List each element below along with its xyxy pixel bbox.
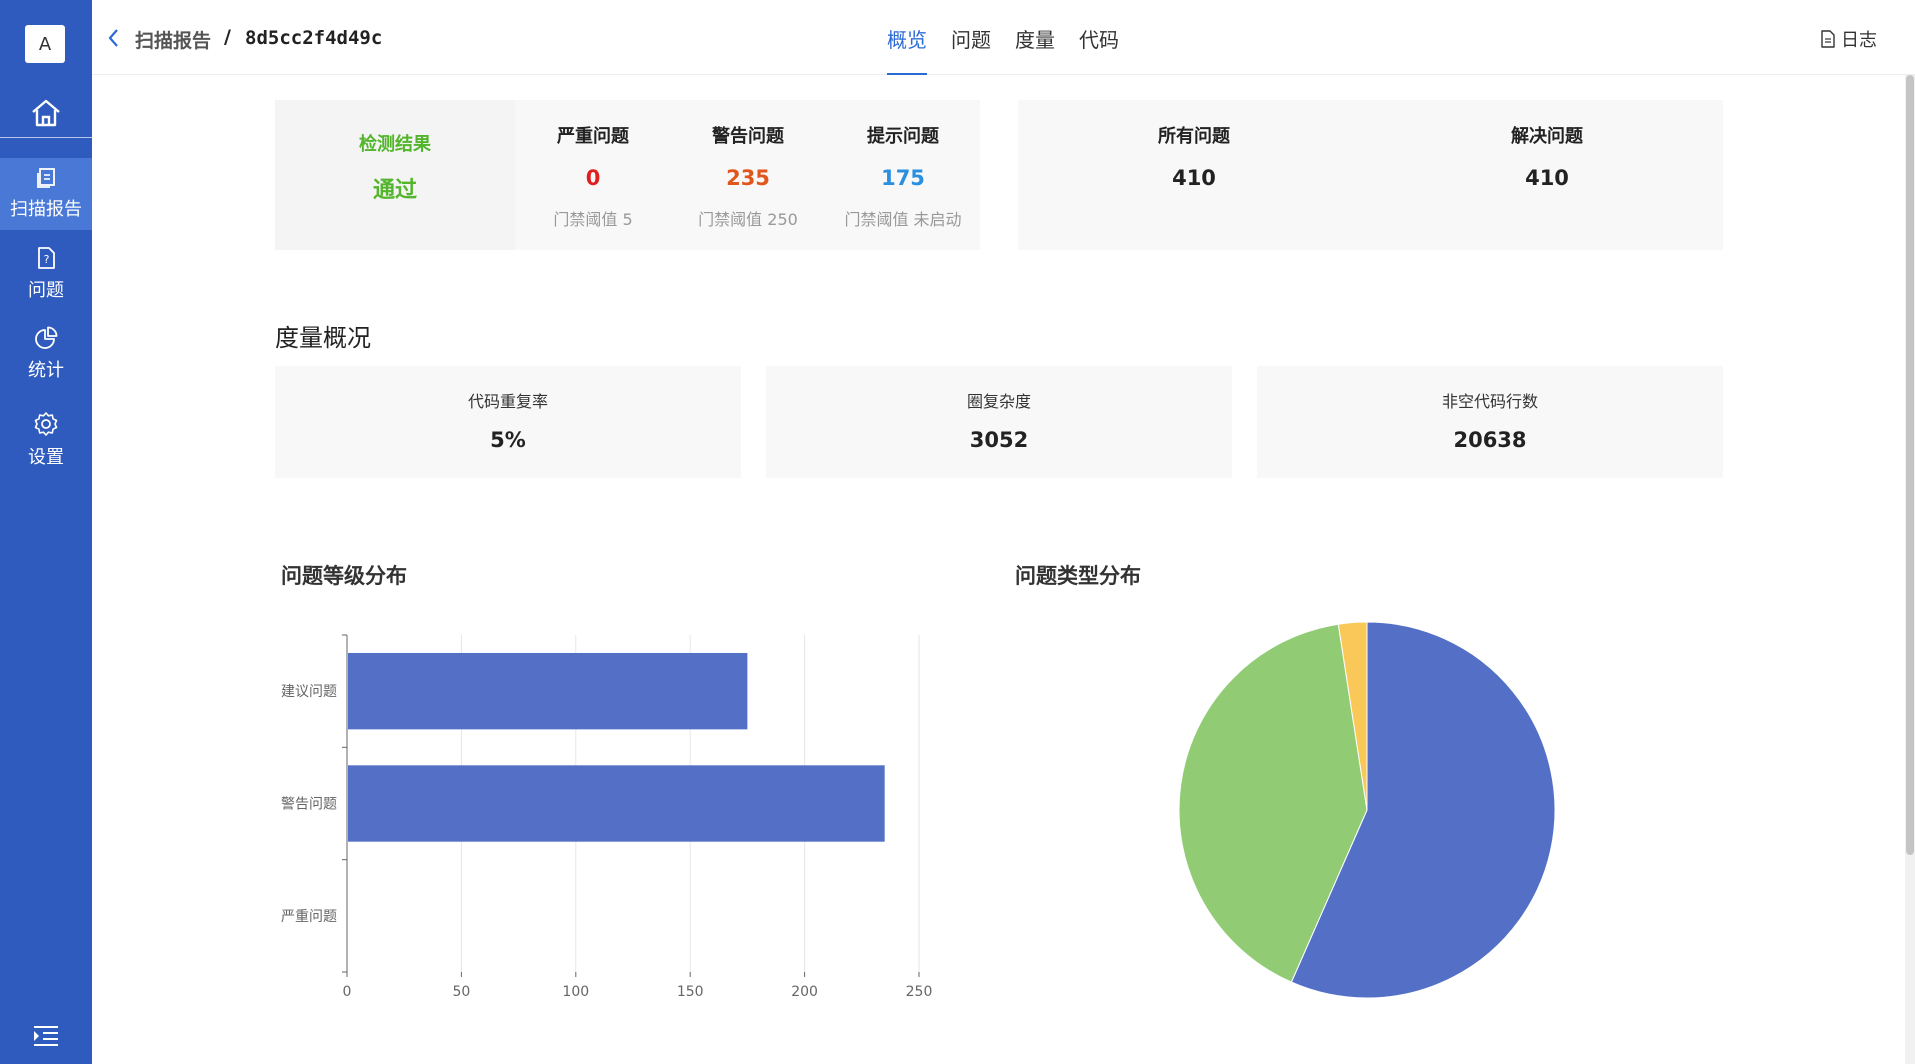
tab-bar: 概览 问题 度量 代码 (875, 0, 1131, 75)
sidebar-item-settings[interactable]: 设置 (0, 404, 92, 476)
hint-issues-count: 175 (881, 166, 925, 190)
all-issues-label: 所有问题 (1158, 126, 1230, 147)
pie-chart-icon (35, 326, 58, 349)
metric-complexity-label: 圈复杂度 (966, 392, 1031, 411)
sidebar-item-statistics[interactable]: 统计 (0, 318, 92, 390)
metric-duplication-label: 代码重复率 (467, 392, 548, 411)
sidebar: A 扫描报告 ? 问题 统计 设置 (0, 0, 92, 1064)
metric-complexity[interactable]: 圈复杂度 3052 (766, 366, 1232, 478)
sidebar-item-issues[interactable]: ? 问题 (0, 238, 92, 310)
detection-result-value: 通过 (372, 178, 417, 203)
sidebar-item-label: 扫描报告 (10, 199, 82, 220)
critical-issues[interactable]: 严重问题 0 门禁阈值 5 (515, 100, 671, 250)
sidebar-divider (0, 137, 92, 138)
severity-bar-chart: 0 50 100 150 200 250 建议问题警告问题严重问题 (281, 634, 933, 1000)
breadcrumb-separator: / (224, 26, 231, 48)
report-icon (37, 168, 55, 188)
all-issues[interactable]: 所有问题 410 (1024, 100, 1364, 250)
warning-issues-count: 235 (726, 166, 770, 190)
type-pie-chart (1178, 621, 1556, 999)
bar[interactable] (348, 652, 748, 730)
svg-text:?: ? (44, 253, 50, 266)
metrics-section-title: 度量概况 (275, 324, 371, 352)
log-button[interactable]: 日志 (1820, 26, 1877, 52)
y-category-label: 建议问题 (281, 684, 337, 700)
menu-indent-icon (34, 1026, 58, 1046)
sidebar-item-label: 统计 (28, 360, 64, 381)
hint-issues-label: 提示问题 (867, 126, 939, 147)
y-category-label: 严重问题 (281, 909, 337, 925)
x-tick-label: 50 (452, 984, 470, 1000)
detection-result: 检测结果 通过 (275, 100, 515, 250)
log-button-label: 日志 (1841, 30, 1877, 51)
issue-file-icon: ? (38, 247, 55, 269)
warning-issues[interactable]: 警告问题 235 门禁阈值 250 (670, 100, 826, 250)
x-tick-label: 200 (791, 984, 818, 1000)
tab-overview[interactable]: 概览 (875, 0, 939, 75)
hint-issues-threshold: 门禁阈值 未启动 (844, 210, 962, 229)
x-tick-label: 250 (906, 984, 933, 1000)
sidebar-item-label: 问题 (28, 280, 64, 301)
metric-duplication[interactable]: 代码重复率 5% (275, 366, 741, 478)
resolved-issues[interactable]: 解决问题 410 (1377, 100, 1717, 250)
y-category-label: 警告问题 (281, 797, 337, 813)
metric-lines-of-code-value: 20638 (1453, 428, 1527, 452)
chevron-left-icon[interactable] (106, 28, 122, 48)
sidebar-item-label: 设置 (28, 447, 64, 468)
x-tick-label: 0 (343, 984, 352, 1000)
critical-issues-label: 严重问题 (557, 126, 629, 147)
sidebar-collapse-button[interactable] (32, 1025, 60, 1047)
metric-lines-of-code-label: 非空代码行数 (1441, 392, 1538, 411)
avatar[interactable]: A (25, 25, 65, 63)
metric-lines-of-code[interactable]: 非空代码行数 20638 (1257, 366, 1723, 478)
resolved-issues-count: 410 (1525, 166, 1569, 190)
gear-icon (34, 412, 58, 436)
tab-code[interactable]: 代码 (1067, 0, 1131, 75)
critical-issues-threshold: 门禁阈值 5 (553, 210, 633, 229)
severity-chart-title: 问题等级分布 (281, 564, 407, 588)
resolved-issues-label: 解决问题 (1511, 126, 1583, 147)
critical-issues-count: 0 (585, 166, 601, 190)
x-tick-label: 100 (562, 984, 589, 1000)
top-bar: 扫描报告 / 8d5cc2f4d49c 概览 问题 度量 代码 日志 (92, 0, 1915, 75)
tab-metrics[interactable]: 度量 (1003, 0, 1067, 75)
scrollbar-thumb[interactable] (1906, 75, 1914, 855)
all-issues-count: 410 (1172, 166, 1216, 190)
sidebar-item-scan-report[interactable]: 扫描报告 (0, 158, 92, 230)
breadcrumb-scan-id: 8d5cc2f4d49c (245, 27, 383, 49)
document-icon (1821, 30, 1835, 48)
home-icon (32, 99, 60, 127)
home-button[interactable] (0, 88, 92, 138)
bar[interactable] (348, 765, 885, 842)
breadcrumb-parent[interactable]: 扫描报告 (135, 26, 211, 53)
metric-duplication-value: 5% (490, 428, 526, 452)
warning-issues-threshold: 门禁阈值 250 (698, 210, 798, 229)
x-tick-label: 150 (677, 984, 704, 1000)
tab-issues[interactable]: 问题 (939, 0, 1003, 75)
metric-complexity-value: 3052 (969, 428, 1029, 452)
type-chart-title: 问题类型分布 (1015, 564, 1141, 588)
detection-result-label: 检测结果 (359, 134, 431, 155)
warning-issues-label: 警告问题 (712, 126, 784, 147)
hint-issues[interactable]: 提示问题 175 门禁阈值 未启动 (825, 100, 981, 250)
